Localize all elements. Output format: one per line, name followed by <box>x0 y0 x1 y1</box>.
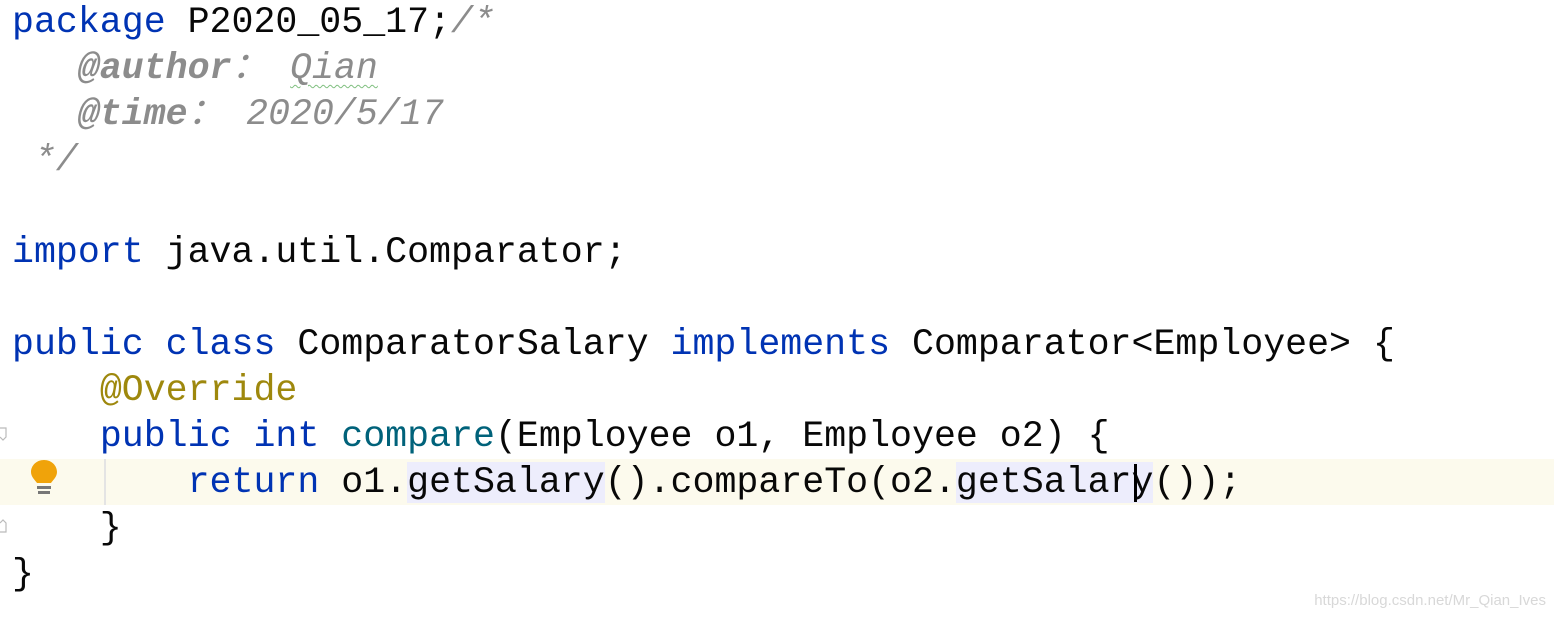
code-token: P2020_05_17; <box>165 2 452 43</box>
code-line[interactable]: } <box>12 506 122 552</box>
code-line[interactable]: package P2020_05_17;/* <box>12 0 495 46</box>
code-line[interactable]: @time： 2020/5/17 <box>12 92 444 138</box>
code-token: ： <box>231 48 291 89</box>
code-token: import <box>12 232 144 273</box>
code-token: (Employee o1, Employee o2) { <box>494 416 1110 457</box>
code-token: java.util.Comparator; <box>143 232 627 273</box>
code-token: ComparatorSalary <box>275 324 671 365</box>
code-token: @Override <box>99 370 298 411</box>
code-token: ().compareTo(o2. <box>604 462 956 503</box>
code-token: public <box>99 416 232 457</box>
code-editor[interactable]: package P2020_05_17;/* @author： Qian @ti… <box>0 0 1554 622</box>
watermark: https://blog.csdn.net/Mr_Qian_Ives <box>1314 592 1546 609</box>
code-token: /* <box>451 2 495 43</box>
code-token: return <box>187 462 320 503</box>
code-line[interactable]: @author： Qian <box>12 46 378 92</box>
code-token: class <box>165 324 276 365</box>
code-token: getSalary <box>407 462 605 503</box>
fold-marker-icon[interactable] <box>0 519 8 533</box>
code-token: @time <box>77 94 188 135</box>
code-line[interactable]: public class ComparatorSalary implements… <box>12 322 1395 368</box>
code-token: o1. <box>319 462 408 503</box>
code-token: compare <box>341 416 495 457</box>
code-token: ()); <box>1153 462 1242 503</box>
code-token: implements <box>670 324 891 365</box>
code-token: @author <box>77 48 232 89</box>
code-token: package <box>12 2 166 43</box>
fold-marker-icon[interactable] <box>0 427 8 441</box>
code-line[interactable]: @Override <box>12 368 298 414</box>
code-line[interactable]: public int compare(Employee o1, Employee… <box>12 414 1110 460</box>
code-token: ： 2020/5/17 <box>187 94 444 135</box>
text-caret <box>1134 464 1137 502</box>
code-token: } <box>12 508 122 549</box>
code-token: getSalary <box>955 462 1154 503</box>
code-token: Qian <box>290 48 378 89</box>
code-token: int <box>253 416 320 457</box>
code-line[interactable]: import java.util.Comparator; <box>12 230 627 276</box>
code-token: } <box>12 554 34 595</box>
code-line[interactable]: */ <box>12 138 78 184</box>
code-token: */ <box>12 140 78 181</box>
code-token: Comparator<Employee> { <box>890 324 1395 365</box>
code-line[interactable]: return o1.getSalary().compareTo(o2.getSa… <box>12 460 1241 506</box>
code-token: public <box>12 324 144 365</box>
code-line[interactable]: } <box>12 552 34 598</box>
